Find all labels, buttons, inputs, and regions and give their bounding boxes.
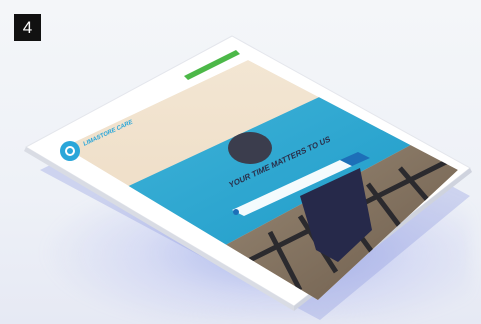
person-head — [228, 132, 272, 164]
tablet-mockup: YOUR TIME MATTERS TO US LIMASTORE CARE — [24, 35, 472, 320]
search-icon — [233, 209, 239, 215]
stage: 4 YOUR TIME MATTERS TO US LIMASTORE CARE — [0, 0, 481, 324]
